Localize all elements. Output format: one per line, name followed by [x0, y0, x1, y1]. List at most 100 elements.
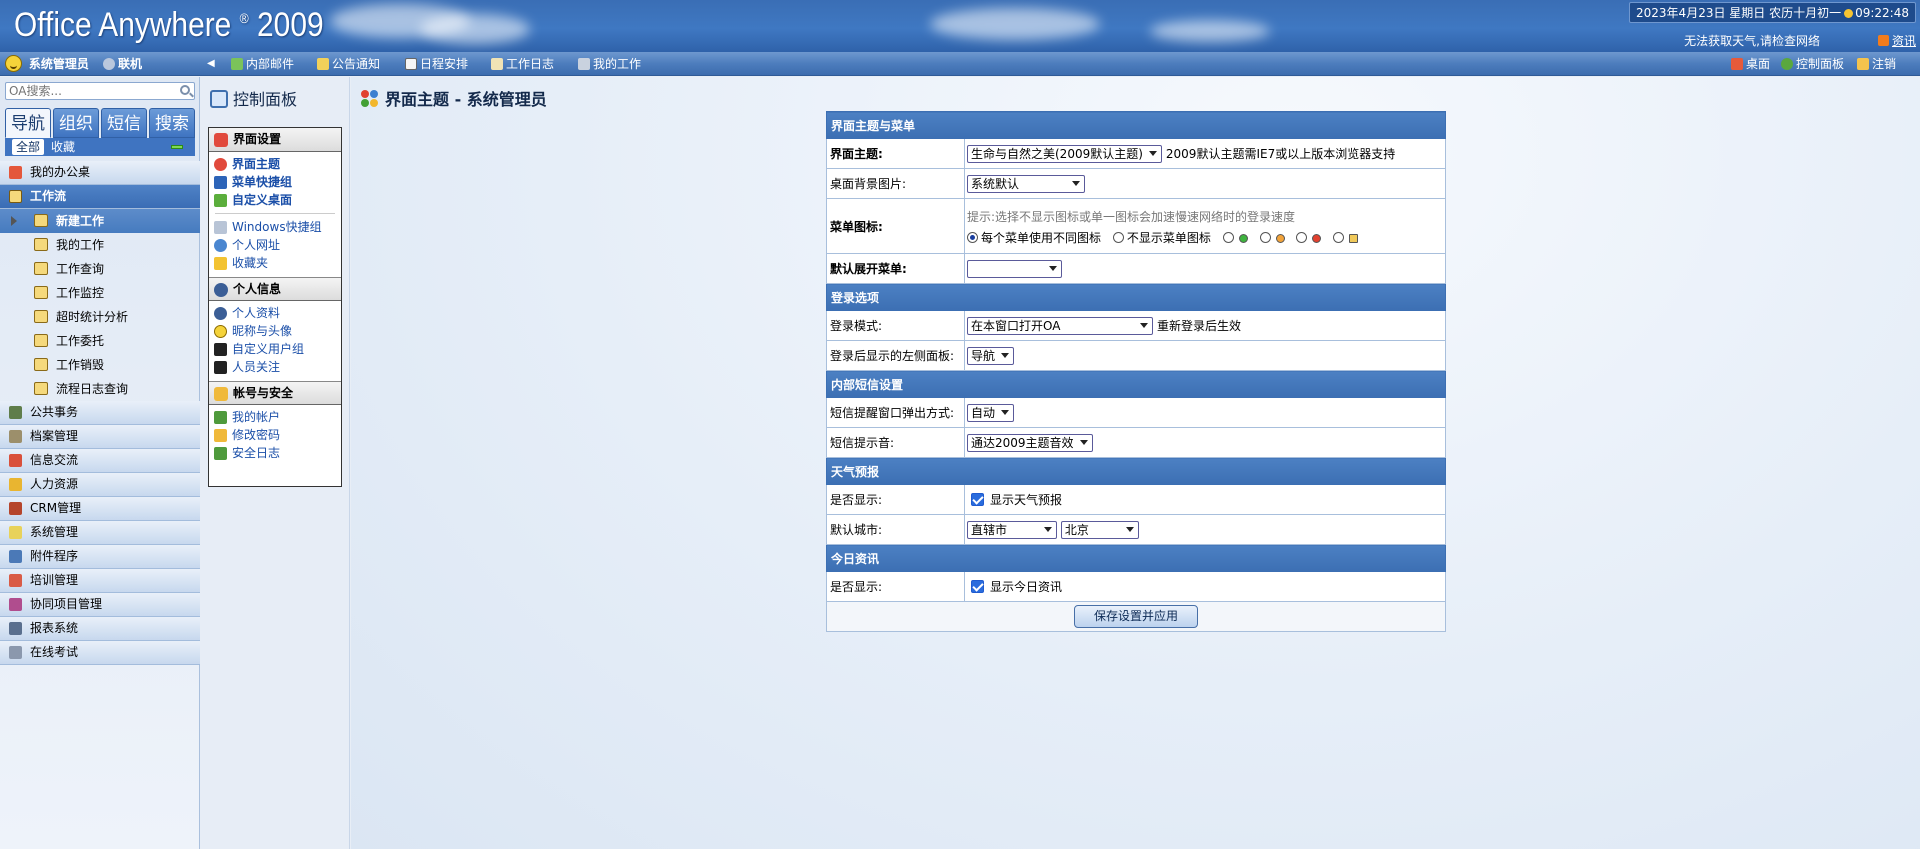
- menu-item-attachments[interactable]: 附件程序: [0, 545, 200, 569]
- menu-item-archive[interactable]: 档案管理: [0, 425, 200, 449]
- search-input[interactable]: [6, 83, 171, 99]
- sub-item-new-work[interactable]: 新建工作: [0, 209, 200, 233]
- panel-link-account[interactable]: 我的帐户: [209, 408, 341, 426]
- panel-link-password[interactable]: 修改密码: [209, 426, 341, 444]
- icon-option-red[interactable]: [1296, 231, 1322, 245]
- red-ball-icon: [1312, 234, 1322, 243]
- menu-item-system[interactable]: 系统管理: [0, 521, 200, 545]
- panel-link-favorites[interactable]: 收藏夹: [209, 254, 341, 272]
- app-name: Office Anywhere: [14, 6, 232, 44]
- page-title-text: 界面主题 - 系统管理员: [385, 90, 547, 109]
- icon-option-green[interactable]: [1222, 231, 1248, 245]
- icon-option-folder[interactable]: [1333, 231, 1359, 245]
- online-status[interactable]: 联机: [103, 52, 142, 76]
- time-text: 09:22:48: [1855, 6, 1909, 20]
- section-sms: 内部短信设置: [826, 370, 1446, 398]
- tab-org[interactable]: 组织: [53, 108, 99, 138]
- tab-sms[interactable]: 短信: [101, 108, 147, 138]
- radio-button[interactable]: [967, 232, 978, 243]
- menu-item-mydesk[interactable]: 我的办公桌: [0, 161, 200, 185]
- desktop-button[interactable]: 桌面: [1731, 52, 1770, 76]
- sub-item-query[interactable]: 工作查询: [0, 257, 200, 281]
- windows-icon: [214, 221, 227, 234]
- panel-link-personal-url[interactable]: 个人网址: [209, 236, 341, 254]
- panel-link-user-group[interactable]: 自定义用户组: [209, 340, 341, 358]
- scroll-left-icon[interactable]: ◀: [207, 52, 215, 76]
- menu-item-training[interactable]: 培训管理: [0, 569, 200, 593]
- search-icon[interactable]: [180, 85, 190, 95]
- flow-icon: [34, 310, 48, 323]
- section-title: 今日资讯: [826, 544, 1446, 572]
- icon-option-none[interactable]: 不显示菜单图标: [1112, 231, 1211, 245]
- news-link[interactable]: 资讯: [1892, 34, 1916, 48]
- collapse-icon[interactable]: [171, 145, 183, 149]
- menu-item-label: 协同项目管理: [30, 597, 103, 611]
- sub-item-delegate[interactable]: 工作委托: [0, 329, 200, 353]
- expand-menu-select[interactable]: [967, 259, 1062, 278]
- sub-item-my-work[interactable]: 我的工作: [0, 233, 200, 257]
- sms-popup-select[interactable]: 自动: [967, 403, 1015, 422]
- tab-nav[interactable]: 导航: [5, 108, 51, 138]
- sub-item-destroy[interactable]: 工作销毁: [0, 353, 200, 377]
- menu-item-crm[interactable]: CRM管理: [0, 497, 200, 521]
- panel-link-avatar[interactable]: 昵称与头像: [209, 322, 341, 340]
- menu-item-project[interactable]: 协同项目管理: [0, 593, 200, 617]
- radio-button[interactable]: [1222, 232, 1234, 243]
- province-select[interactable]: 直辖市: [967, 520, 1057, 539]
- sub-item-monitor[interactable]: 工作监控: [0, 281, 200, 305]
- icon-option-different[interactable]: 每个菜单使用不同图标: [967, 231, 1101, 245]
- theme-select[interactable]: 生命与自然之美(2009默认主题): [967, 144, 1162, 163]
- menu-item-label: 档案管理: [30, 429, 79, 443]
- menu-item-report[interactable]: 报表系统: [0, 617, 200, 641]
- section-title: 登录选项: [826, 283, 1446, 311]
- city-select[interactable]: 北京: [1060, 520, 1139, 539]
- panel-link-menu-shortcut[interactable]: 菜单快捷组: [209, 173, 341, 191]
- sub-item-timeout[interactable]: 超时统计分析: [0, 305, 200, 329]
- user-status[interactable]: 系统管理员: [5, 52, 89, 76]
- menu-item-workflow[interactable]: 工作流: [0, 185, 200, 209]
- menu-item-exam[interactable]: 在线考试: [0, 641, 200, 665]
- radio-button[interactable]: [1259, 232, 1271, 243]
- sub-item-label: 流程日志查询: [56, 382, 129, 396]
- panel-link-custom-desktop[interactable]: 自定义桌面: [209, 191, 341, 209]
- radio-button[interactable]: [1333, 232, 1345, 243]
- background-select[interactable]: 系统默认: [967, 174, 1085, 193]
- field-label: 桌面背景图片:: [826, 168, 965, 199]
- panel-link-label: Windows快捷组: [232, 220, 322, 234]
- row-sms-sound: 短信提示音: 通达2009主题音效: [826, 427, 1446, 458]
- toolbar-notice[interactable]: 公告通知: [317, 52, 380, 76]
- panel-link-profile[interactable]: 个人资料: [209, 304, 341, 322]
- subtab-all[interactable]: 全部: [12, 139, 45, 155]
- sms-sound-select[interactable]: 通达2009主题音效: [967, 433, 1093, 452]
- toolbar-calendar[interactable]: 日程安排: [405, 52, 468, 76]
- radio-button[interactable]: [1112, 232, 1124, 243]
- login-panel-select[interactable]: 导航: [967, 346, 1015, 365]
- subtab-favorites[interactable]: 收藏: [47, 139, 79, 155]
- toolbar-diary[interactable]: 工作日志: [491, 52, 554, 76]
- panel-link-theme[interactable]: 界面主题: [209, 155, 341, 173]
- panel-divider: [215, 213, 335, 214]
- main-content: 界面主题 - 系统管理员 界面主题与菜单 界面主题: 生命与自然之美(2009默…: [351, 77, 1920, 849]
- control-panel-button[interactable]: 控制面板: [1781, 52, 1844, 76]
- radio-button[interactable]: [1296, 232, 1308, 243]
- icon-option-orange[interactable]: [1259, 231, 1285, 245]
- weather-checkbox[interactable]: [971, 493, 984, 506]
- weather-text: 无法获取天气,请检查网络: [1684, 34, 1820, 48]
- save-button[interactable]: 保存设置并应用: [1074, 605, 1198, 628]
- toolbar-mywork[interactable]: 我的工作: [578, 52, 641, 76]
- panel-link-follow[interactable]: 人员关注: [209, 358, 341, 376]
- menu-item-info[interactable]: 信息交流: [0, 449, 200, 473]
- theme-icon: [214, 158, 227, 171]
- toolbar-mail[interactable]: 内部邮件: [231, 52, 294, 76]
- menu-item-hr[interactable]: 人力资源: [0, 473, 200, 497]
- sub-item-log[interactable]: 流程日志查询: [0, 377, 200, 401]
- logout-button[interactable]: 注销: [1857, 52, 1896, 76]
- menu-item-public[interactable]: 公共事务: [0, 401, 200, 425]
- news-checkbox[interactable]: [971, 580, 984, 593]
- login-mode-select[interactable]: 在本窗口打开OA: [967, 316, 1153, 335]
- tab-search[interactable]: 搜索: [149, 108, 195, 138]
- panel-link-security-log[interactable]: 安全日志: [209, 444, 341, 462]
- theme-dots-icon: [361, 90, 379, 108]
- section-weather: 天气预报: [826, 457, 1446, 485]
- panel-link-windows-shortcut[interactable]: Windows快捷组: [209, 218, 341, 236]
